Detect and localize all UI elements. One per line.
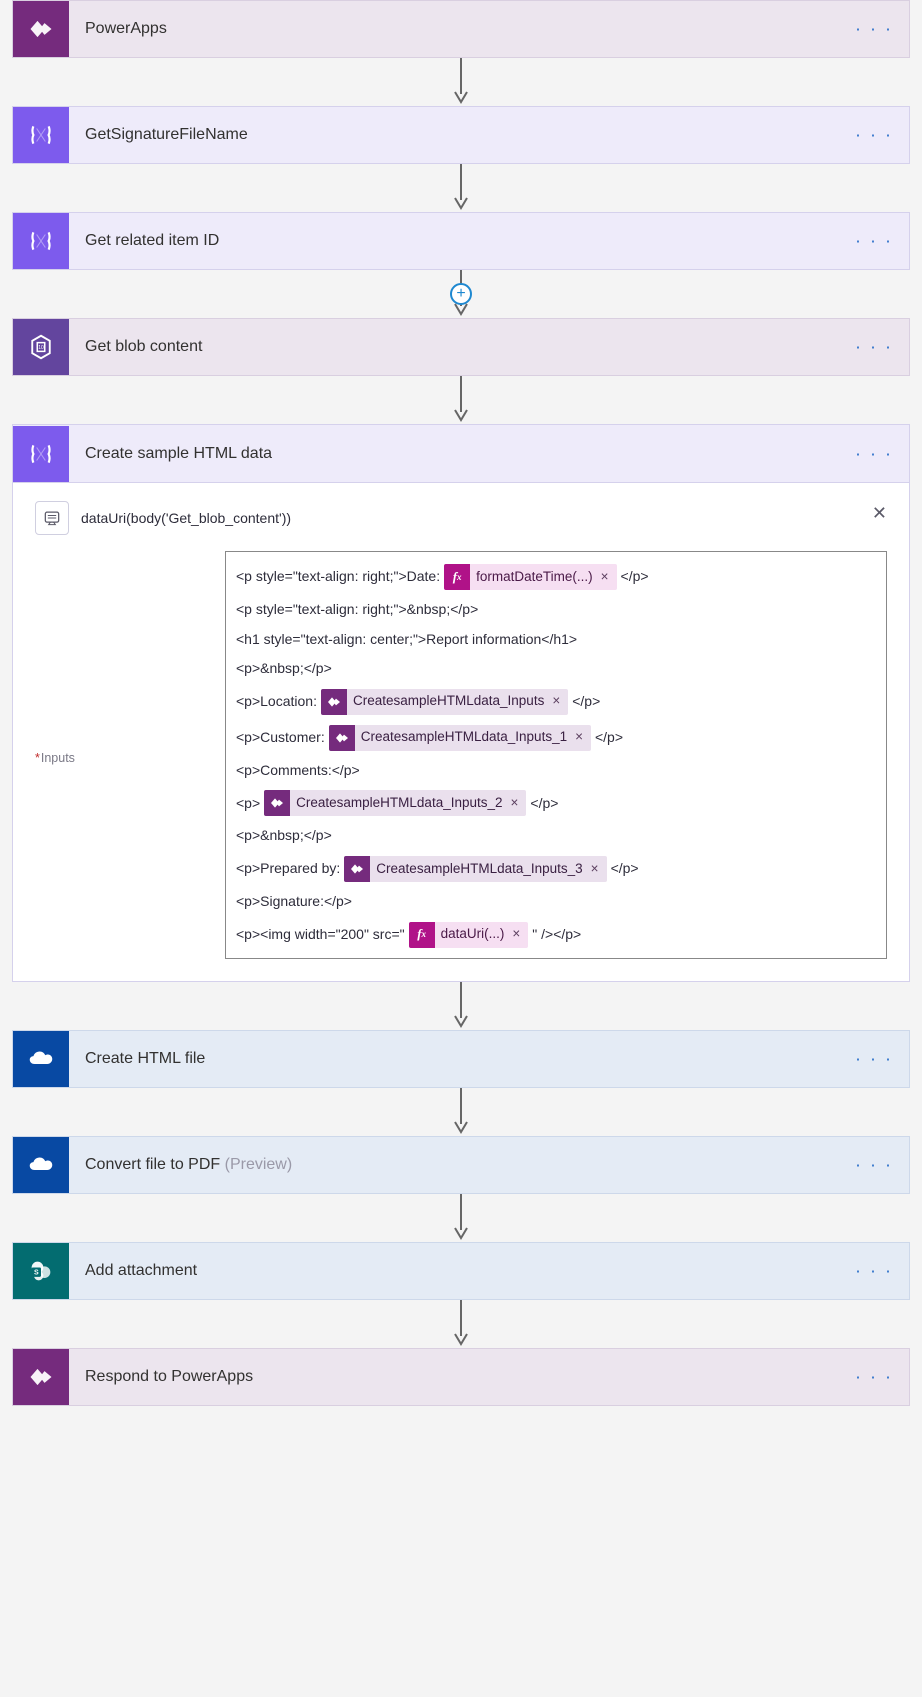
more-icon[interactable]: · · · [855, 443, 893, 464]
close-icon[interactable]: ✕ [872, 503, 887, 524]
token-datauri[interactable]: fx dataUri(...) × [409, 922, 529, 948]
step-title: Add attachment [69, 1262, 197, 1280]
remove-token-icon[interactable]: × [575, 728, 591, 747]
token-inputs-2[interactable]: CreatesampleHTMLdata_Inputs_2 × [264, 790, 526, 816]
inputs-editor[interactable]: <p style="text-align: right;">Date: fx f… [225, 551, 887, 959]
token-formatdatetime[interactable]: fx formatDateTime(...) × [444, 564, 616, 590]
flow-arrow [0, 1300, 922, 1348]
token-inputs[interactable]: CreatesampleHTMLdata_Inputs × [321, 689, 568, 715]
powerapps-icon [264, 790, 290, 816]
remove-token-icon[interactable]: × [591, 860, 607, 879]
compose-icon [13, 107, 69, 163]
svg-text:10: 10 [38, 345, 44, 351]
powerapps-icon [13, 1349, 69, 1405]
step-title: Convert file to PDF (Preview) [69, 1156, 292, 1174]
step-get-related-item-id[interactable]: Get related item ID · · · [12, 212, 910, 270]
step-create-html-file[interactable]: Create HTML file · · · [12, 1030, 910, 1088]
step-title: Create HTML file [69, 1050, 205, 1068]
remove-token-icon[interactable]: × [511, 794, 527, 813]
formula-text: dataUri(body('Get_blob_content')) [81, 510, 291, 526]
onedrive-icon [13, 1137, 69, 1193]
fx-icon: fx [444, 564, 470, 590]
flow-arrow [0, 1194, 922, 1242]
step-title: Create sample HTML data [69, 445, 272, 463]
flow-arrow: + [0, 270, 922, 318]
step-get-blob-content[interactable]: 10 Get blob content · · · [12, 318, 910, 376]
peek-code-icon[interactable] [35, 501, 69, 535]
step-convert-file-to-pdf[interactable]: Convert file to PDF (Preview) · · · [12, 1136, 910, 1194]
flow-arrow [0, 982, 922, 1030]
token-inputs-3[interactable]: CreatesampleHTMLdata_Inputs_3 × [344, 856, 606, 882]
step-title: Get blob content [69, 338, 202, 356]
powerapps-icon [321, 689, 347, 715]
step-create-sample-html-data[interactable]: Create sample HTML data · · · [13, 425, 909, 483]
inputs-label: *Inputs [35, 551, 225, 765]
sharepoint-icon: S [13, 1243, 69, 1299]
powerapps-icon [344, 856, 370, 882]
flow-arrow [0, 58, 922, 106]
remove-token-icon[interactable]: × [552, 692, 568, 711]
more-icon[interactable]: · · · [855, 231, 893, 252]
more-icon[interactable]: · · · [855, 1154, 893, 1175]
step-title: Get related item ID [69, 232, 219, 250]
step-powerapps[interactable]: PowerApps · · · [12, 0, 910, 58]
step-respond-to-powerapps[interactable]: Respond to PowerApps · · · [12, 1348, 910, 1406]
more-icon[interactable]: · · · [855, 19, 893, 40]
onedrive-icon [13, 1031, 69, 1087]
flow-arrow [0, 164, 922, 212]
more-icon[interactable]: · · · [855, 1366, 893, 1387]
powerapps-icon [329, 725, 355, 751]
step-get-signature-filename[interactable]: GetSignatureFileName · · · [12, 106, 910, 164]
step-create-sample-html-data-expanded: Create sample HTML data · · · dataUri(bo… [12, 424, 910, 982]
more-icon[interactable]: · · · [855, 1260, 893, 1281]
compose-icon [13, 213, 69, 269]
flow-arrow [0, 376, 922, 424]
token-inputs-1[interactable]: CreatesampleHTMLdata_Inputs_1 × [329, 725, 591, 751]
remove-token-icon[interactable]: × [601, 568, 617, 587]
step-title: GetSignatureFileName [69, 126, 248, 144]
more-icon[interactable]: · · · [855, 1048, 893, 1069]
remove-token-icon[interactable]: × [512, 925, 528, 944]
step-title: PowerApps [69, 20, 167, 38]
more-icon[interactable]: · · · [855, 125, 893, 146]
add-step-icon[interactable]: + [450, 283, 472, 305]
flow-arrow [0, 1088, 922, 1136]
svg-text:S: S [34, 1269, 39, 1276]
step-title: Respond to PowerApps [69, 1368, 253, 1386]
step-add-attachment[interactable]: S Add attachment · · · [12, 1242, 910, 1300]
blob-icon: 10 [13, 319, 69, 375]
fx-icon: fx [409, 922, 435, 948]
powerapps-icon [13, 1, 69, 57]
more-icon[interactable]: · · · [855, 337, 893, 358]
compose-icon [13, 426, 69, 482]
